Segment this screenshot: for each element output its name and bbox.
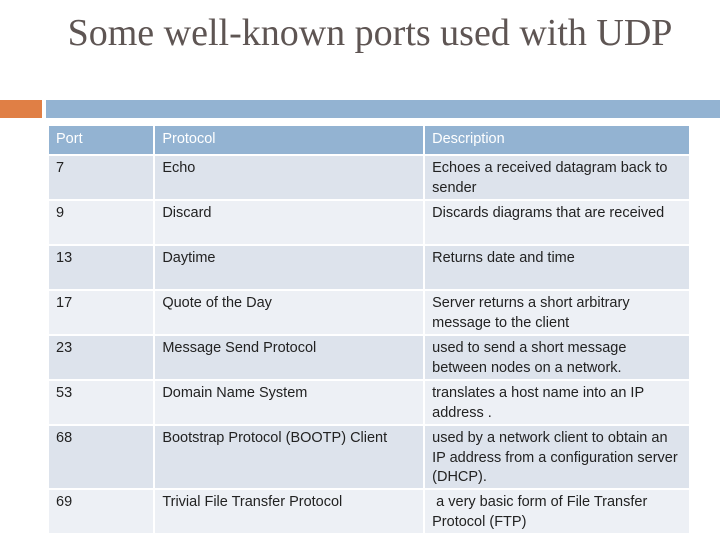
description-cell: Discards diagrams that are received (425, 201, 689, 244)
table-row: 69 Trivial File Transfer Protocol a very… (49, 490, 689, 533)
table-row: 13 Daytime Returns date and time (49, 246, 689, 289)
port-cell: 69 (49, 490, 154, 533)
port-cell: 68 (49, 426, 154, 488)
table-row: 53 Domain Name System translates a host … (49, 381, 689, 424)
table-header-row: Port Protocol Description (49, 126, 689, 154)
orange-accent-bar (0, 100, 42, 118)
description-cell: Server returns a short arbitrary message… (425, 291, 689, 334)
description-cell: a very basic form of File Transfer Proto… (425, 490, 689, 533)
port-cell: 7 (49, 156, 154, 199)
description-cell: used to send a short message between nod… (425, 336, 689, 379)
protocol-cell: Daytime (155, 246, 424, 289)
udp-ports-table: Port Protocol Description 7 Echo Echoes … (47, 124, 691, 535)
protocol-cell: Domain Name System (155, 381, 424, 424)
protocol-cell: Quote of the Day (155, 291, 424, 334)
protocol-cell: Message Send Protocol (155, 336, 424, 379)
protocol-cell: Discard (155, 201, 424, 244)
table-row: 23 Message Send Protocol used to send a … (49, 336, 689, 379)
port-cell: 53 (49, 381, 154, 424)
protocol-cell: Echo (155, 156, 424, 199)
table-row: 68 Bootstrap Protocol (BOOTP) Client use… (49, 426, 689, 488)
table-row: 17 Quote of the Day Server returns a sho… (49, 291, 689, 334)
description-cell: Returns date and time (425, 246, 689, 289)
port-cell: 17 (49, 291, 154, 334)
port-cell: 9 (49, 201, 154, 244)
blue-accent-bar (46, 100, 720, 118)
table-row: 7 Echo Echoes a received datagram back t… (49, 156, 689, 199)
description-cell: translates a host name into an IP addres… (425, 381, 689, 424)
port-cell: 23 (49, 336, 154, 379)
protocol-cell: Trivial File Transfer Protocol (155, 490, 424, 533)
protocol-cell: Bootstrap Protocol (BOOTP) Client (155, 426, 424, 488)
header-protocol: Protocol (155, 126, 424, 154)
slide-title: Some well-known ports used with UDP (67, 12, 673, 54)
description-cell: used by a network client to obtain an IP… (425, 426, 689, 488)
header-port: Port (49, 126, 154, 154)
port-cell: 13 (49, 246, 154, 289)
table-row: 9 Discard Discards diagrams that are rec… (49, 201, 689, 244)
description-cell: Echoes a received datagram back to sende… (425, 156, 689, 199)
header-description: Description (425, 126, 689, 154)
